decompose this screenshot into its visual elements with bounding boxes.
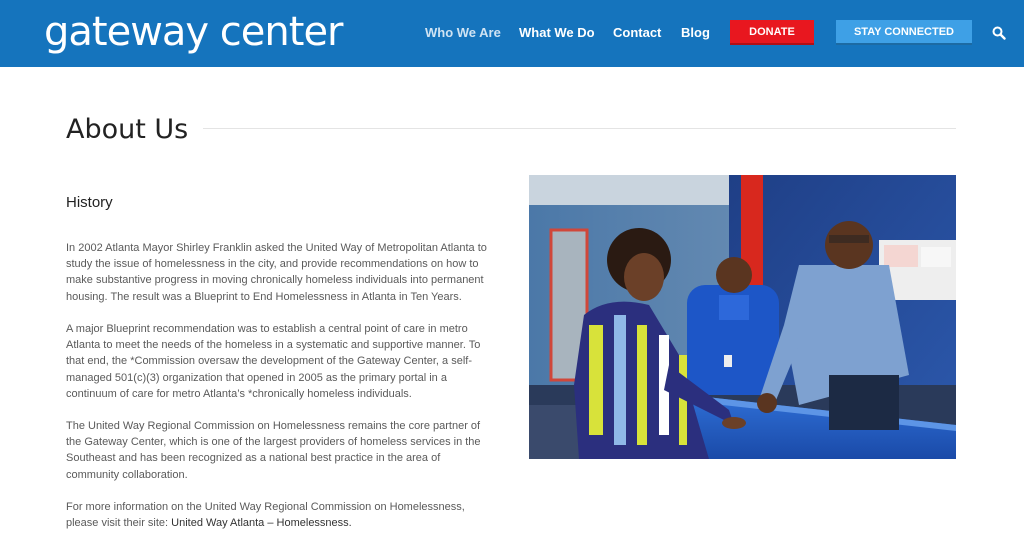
united-way-homelessness-link[interactable]: United Way Atlanta – Homelessness. (171, 517, 352, 529)
nav-item-what-we-do[interactable]: What We Do (519, 25, 595, 41)
title-divider (203, 128, 956, 129)
donate-button[interactable]: DONATE (730, 20, 814, 45)
nav-item-contact[interactable]: Contact (613, 25, 661, 41)
site-header: gateway center Who We Are What We Do Con… (0, 0, 1024, 67)
staff-photo (529, 175, 956, 459)
nav-item-who-we-are[interactable]: Who We Are (425, 25, 501, 41)
nav-item-blog[interactable]: Blog (681, 25, 710, 41)
history-paragraph-3: The United Way Regional Commission on Ho… (66, 420, 481, 481)
search-icon[interactable] (992, 26, 1006, 40)
section-heading-history: History (66, 194, 113, 211)
site-logo[interactable]: gateway center (44, 8, 343, 56)
more-info-paragraph: For more information on the United Way R… (66, 499, 496, 531)
page-title: About Us (66, 114, 189, 145)
stay-connected-button[interactable]: STAY CONNECTED (836, 20, 972, 45)
history-paragraph-2: A major Blueprint recommendation was to … (66, 323, 481, 400)
history-paragraph-1: In 2002 Atlanta Mayor Shirley Franklin a… (66, 242, 487, 303)
